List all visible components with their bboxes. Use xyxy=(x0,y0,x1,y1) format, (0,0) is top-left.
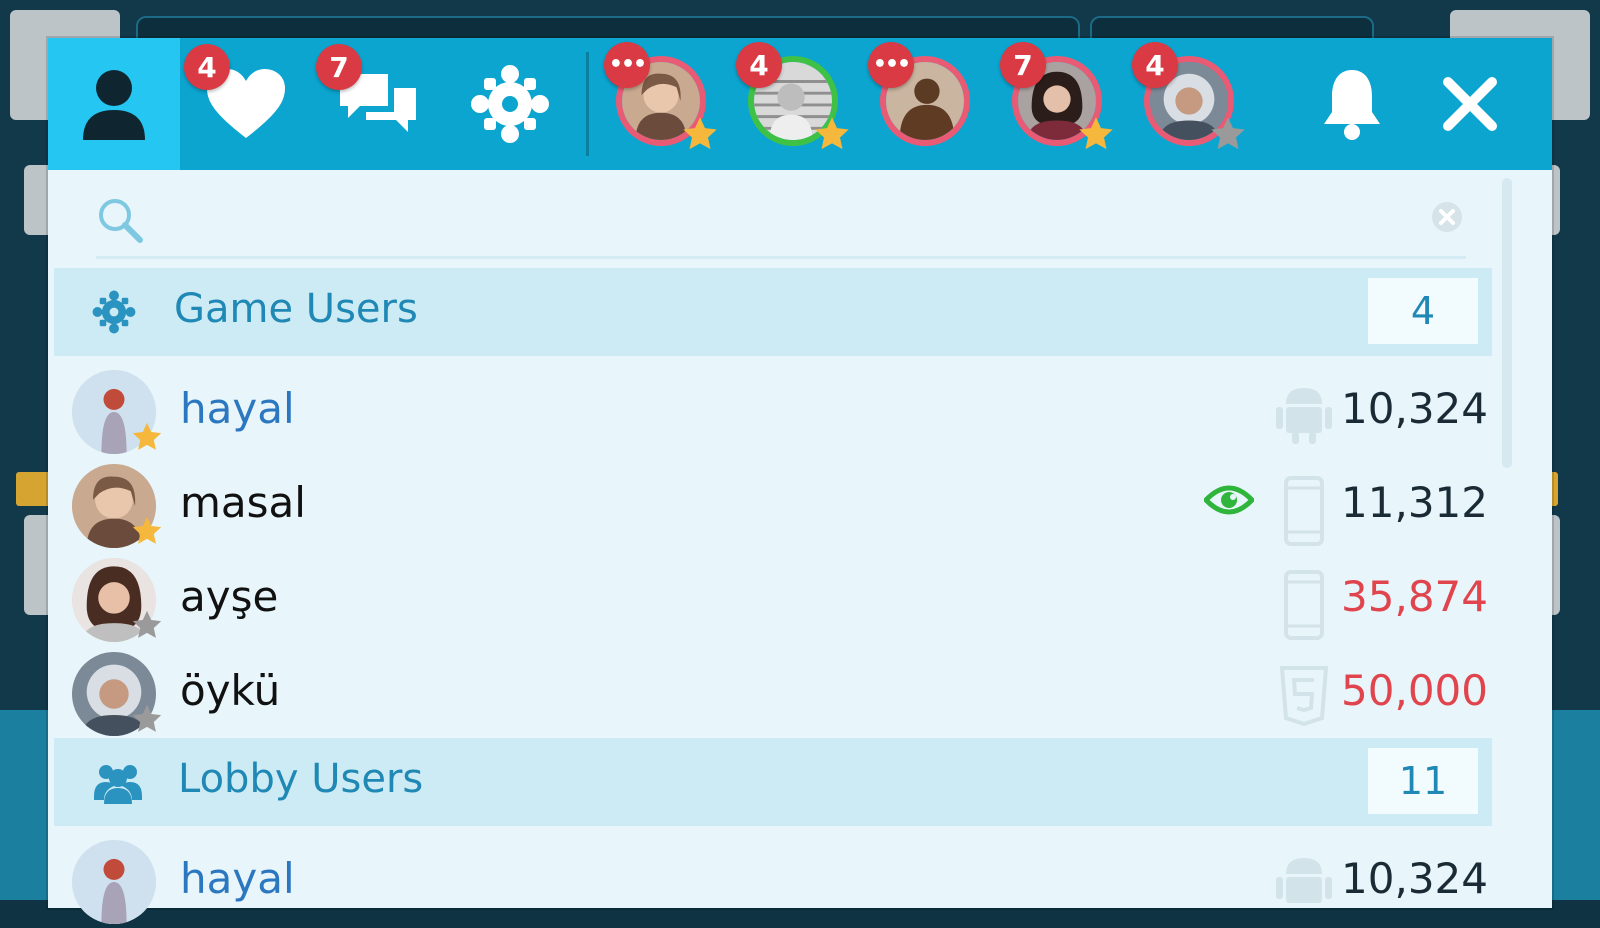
user-score: 10,324 xyxy=(1341,384,1488,433)
list-item[interactable]: hayal 10,324 xyxy=(48,834,1488,928)
user-name: ayşe xyxy=(180,572,279,621)
avatar-badge: 4 xyxy=(1132,42,1178,88)
background-gold xyxy=(16,472,52,506)
clear-search-icon[interactable] xyxy=(1430,200,1464,234)
avatar-photo xyxy=(72,840,156,924)
html5-icon xyxy=(1279,666,1329,727)
avatar-badge: 4 xyxy=(736,42,782,88)
star-icon xyxy=(1079,117,1113,150)
puzzle-icon xyxy=(471,65,549,143)
list-item[interactable]: hayal 10,324 xyxy=(48,364,1488,458)
user-name: hayal xyxy=(180,854,295,903)
android-icon xyxy=(1276,858,1332,903)
eye-icon xyxy=(1204,485,1254,515)
avatar-badge: 7 xyxy=(1000,42,1046,88)
user-score: 11,312 xyxy=(1341,478,1488,527)
phone-icon xyxy=(1284,570,1324,640)
section-title: Game Users xyxy=(174,286,418,332)
star-icon xyxy=(683,117,717,150)
scrollbar[interactable] xyxy=(1502,178,1512,468)
tab-favorites[interactable]: 4 xyxy=(180,38,312,170)
toolbar-avatar-5[interactable]: 4 xyxy=(1132,38,1254,170)
android-icon xyxy=(1276,388,1332,444)
search-input[interactable] xyxy=(156,198,1400,244)
section-title: Lobby Users xyxy=(178,756,424,802)
panel-toolbar: 4 7 ••• 4 ••• 7 4 xyxy=(48,38,1552,170)
bell-icon xyxy=(1324,70,1380,140)
phone-icon xyxy=(1284,476,1324,546)
search-icon xyxy=(99,199,143,243)
section-count: 4 xyxy=(1368,278,1478,344)
tab-settings[interactable] xyxy=(444,38,576,170)
toolbar-avatar-4[interactable]: 7 xyxy=(1000,38,1122,170)
user-score: 35,874 xyxy=(1341,572,1488,621)
user-score: 10,324 xyxy=(1341,854,1488,903)
user-name: öykü xyxy=(180,666,281,715)
avatar-badge: ••• xyxy=(604,42,650,88)
tab-profile[interactable] xyxy=(48,38,180,170)
star-icon xyxy=(132,610,162,638)
list-item[interactable]: ayşe 35,874 xyxy=(48,552,1488,646)
puzzle-icon xyxy=(92,290,136,334)
group-icon xyxy=(94,765,142,804)
star-icon xyxy=(132,704,162,732)
search-bar xyxy=(96,188,1466,259)
section-game-users[interactable]: Game Users 4 xyxy=(54,268,1492,356)
messages-badge: 7 xyxy=(316,44,362,90)
favorites-badge: 4 xyxy=(184,44,230,90)
notifications-button[interactable] xyxy=(1286,38,1418,170)
list-item[interactable]: masal 11,312 xyxy=(48,458,1488,552)
toolbar-avatar-1[interactable]: ••• xyxy=(604,38,726,170)
toolbar-separator xyxy=(586,52,589,156)
users-panel: 4 7 ••• 4 ••• 7 4 Game Users 4 hayal 10,… xyxy=(48,38,1552,924)
star-icon xyxy=(132,516,162,544)
user-icon xyxy=(83,70,145,140)
tab-messages[interactable]: 7 xyxy=(312,38,444,170)
avatar-badge: ••• xyxy=(868,42,914,88)
star-icon xyxy=(1211,117,1245,150)
avatar xyxy=(72,840,156,924)
close-button[interactable] xyxy=(1404,38,1536,170)
star-icon xyxy=(132,422,162,450)
close-icon xyxy=(1443,77,1497,131)
user-name: masal xyxy=(180,478,306,527)
toolbar-avatar-3[interactable]: ••• xyxy=(868,38,990,170)
user-name: hayal xyxy=(180,384,295,433)
section-count: 11 xyxy=(1368,748,1478,814)
star-icon xyxy=(815,117,849,150)
toolbar-avatar-2[interactable]: 4 xyxy=(736,38,858,170)
section-lobby-users[interactable]: Lobby Users 11 xyxy=(54,738,1492,826)
list-item[interactable]: öykü 50,000 xyxy=(48,646,1488,740)
user-score: 50,000 xyxy=(1341,666,1488,715)
